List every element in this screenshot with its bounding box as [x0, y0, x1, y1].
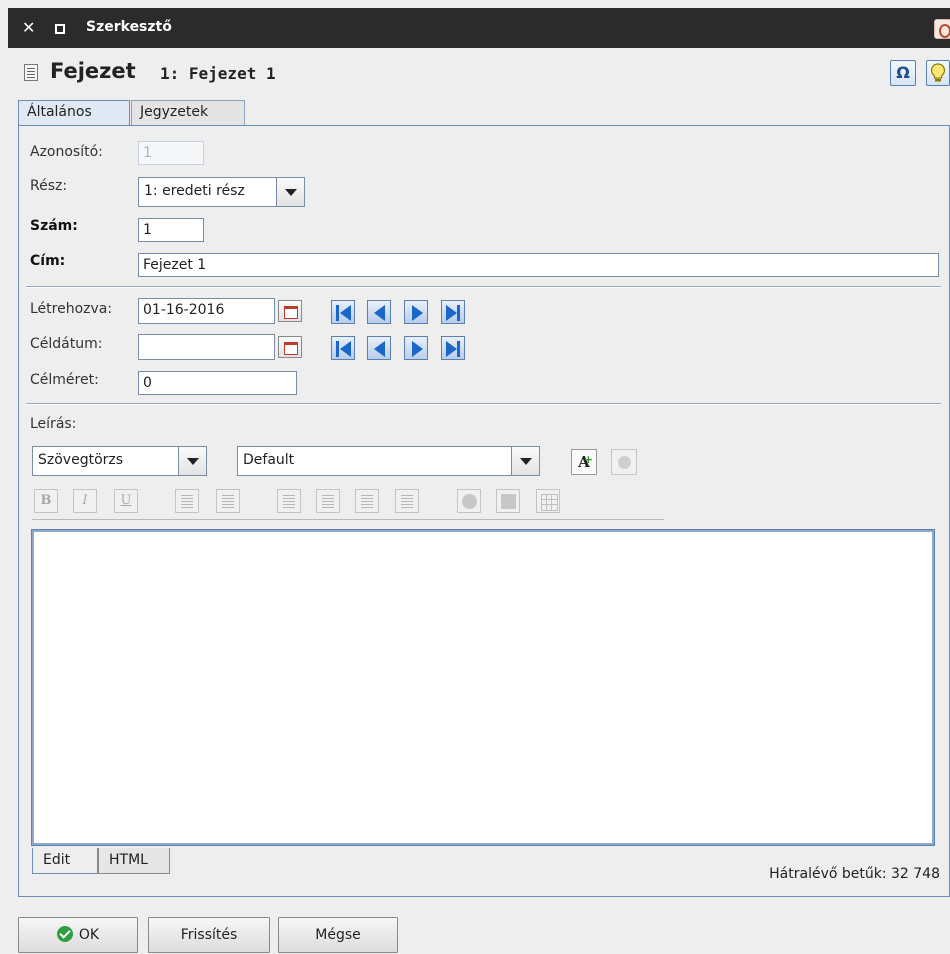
separator [26, 403, 941, 405]
bullet-list-icon [175, 489, 199, 513]
block-icon [496, 489, 520, 513]
special-characters-button[interactable]: Ω [890, 60, 916, 86]
numbered-list-icon [216, 489, 240, 513]
font-plus-icon[interactable]: A [571, 448, 597, 475]
toolbar-divider [32, 519, 664, 520]
first-date-button[interactable] [331, 300, 355, 324]
first-date-button[interactable] [331, 336, 355, 360]
image-icon [457, 489, 481, 513]
part-select-value: 1: eredeti rész [144, 183, 245, 199]
title-field[interactable]: Fejezet 1 [138, 253, 939, 277]
cancel-button[interactable]: Mégse [278, 917, 398, 953]
ok-button-label: OK [78, 927, 100, 943]
app-icon [934, 19, 950, 39]
font-plus-label: A [578, 453, 590, 471]
previous-date-button[interactable] [367, 336, 391, 360]
font-select-value: Default [243, 452, 295, 468]
lightbulb-icon [930, 63, 946, 82]
ok-button[interactable]: OK [18, 917, 138, 953]
created-label: Létrehozva: [30, 301, 113, 317]
chevron-down-icon[interactable] [276, 178, 304, 206]
id-field: 1 [138, 141, 204, 165]
bold-button: B [34, 489, 58, 513]
page-subtitle: 1: Fejezet 1 [160, 64, 276, 83]
separator [26, 286, 941, 288]
refresh-button[interactable]: Frissítés [148, 917, 270, 953]
tab-notes[interactable]: Jegyzetek [131, 100, 245, 126]
previous-date-button[interactable] [367, 300, 391, 324]
check-icon [56, 926, 73, 942]
calendar-icon[interactable] [278, 300, 302, 322]
refresh-button-label: Frissítés [180, 927, 238, 943]
id-label: Azonosító: [30, 144, 103, 160]
number-field[interactable]: 1 [138, 218, 204, 242]
last-date-button[interactable] [441, 336, 465, 360]
next-date-button[interactable] [404, 300, 428, 324]
italic-button: I [73, 489, 97, 513]
document-icon [24, 64, 38, 81]
tab-edit[interactable]: Edit [32, 848, 98, 874]
part-label: Rész: [30, 178, 68, 194]
created-date-field[interactable]: 01-16-2016 [138, 298, 275, 324]
title-label: Cím: [30, 253, 66, 269]
tab-general[interactable]: Általános [18, 100, 130, 126]
maximize-icon[interactable] [55, 24, 65, 34]
part-select[interactable]: 1: eredeti rész [138, 177, 305, 207]
close-icon[interactable]: ✕ [22, 18, 35, 37]
tab-notes-label: Jegyzetek [140, 104, 209, 120]
font-select[interactable]: Default [237, 446, 540, 476]
tab-edit-label: Edit [43, 852, 71, 868]
remaining-characters: Hátralévő betűk: 32 748 [769, 866, 940, 882]
number-label: Szám: [30, 218, 78, 234]
align-center-icon [316, 489, 340, 513]
tab-general-label: Általános [27, 104, 92, 120]
chevron-down-icon[interactable] [178, 447, 206, 475]
align-right-icon [355, 489, 379, 513]
title-bar: ✕ Szerkesztő [8, 8, 950, 48]
color-icon [611, 449, 637, 475]
target-date-label: Céldátum: [30, 336, 103, 352]
target-size-field[interactable]: 0 [138, 371, 297, 395]
table-icon [536, 489, 560, 513]
chevron-down-icon[interactable] [511, 447, 539, 475]
description-editor[interactable] [31, 529, 935, 846]
paragraph-style-value: Szövegtörzs [38, 452, 124, 468]
next-date-button[interactable] [404, 336, 428, 360]
window-title: Szerkesztő [86, 19, 172, 35]
last-date-button[interactable] [441, 300, 465, 324]
align-left-icon [277, 489, 301, 513]
target-date-field[interactable] [138, 334, 275, 360]
tab-html[interactable]: HTML [98, 848, 170, 874]
cancel-button-label: Mégse [315, 927, 361, 943]
omega-icon: Ω [896, 63, 910, 82]
page-title: Fejezet [50, 59, 136, 83]
hint-button[interactable] [926, 60, 950, 86]
target-size-label: Célméret: [30, 372, 99, 388]
calendar-icon[interactable] [278, 336, 302, 358]
align-justify-icon [395, 489, 419, 513]
underline-button: U [114, 489, 138, 513]
description-label: Leírás: [30, 416, 77, 432]
paragraph-style-select[interactable]: Szövegtörzs [32, 446, 207, 476]
tab-html-label: HTML [109, 852, 148, 868]
